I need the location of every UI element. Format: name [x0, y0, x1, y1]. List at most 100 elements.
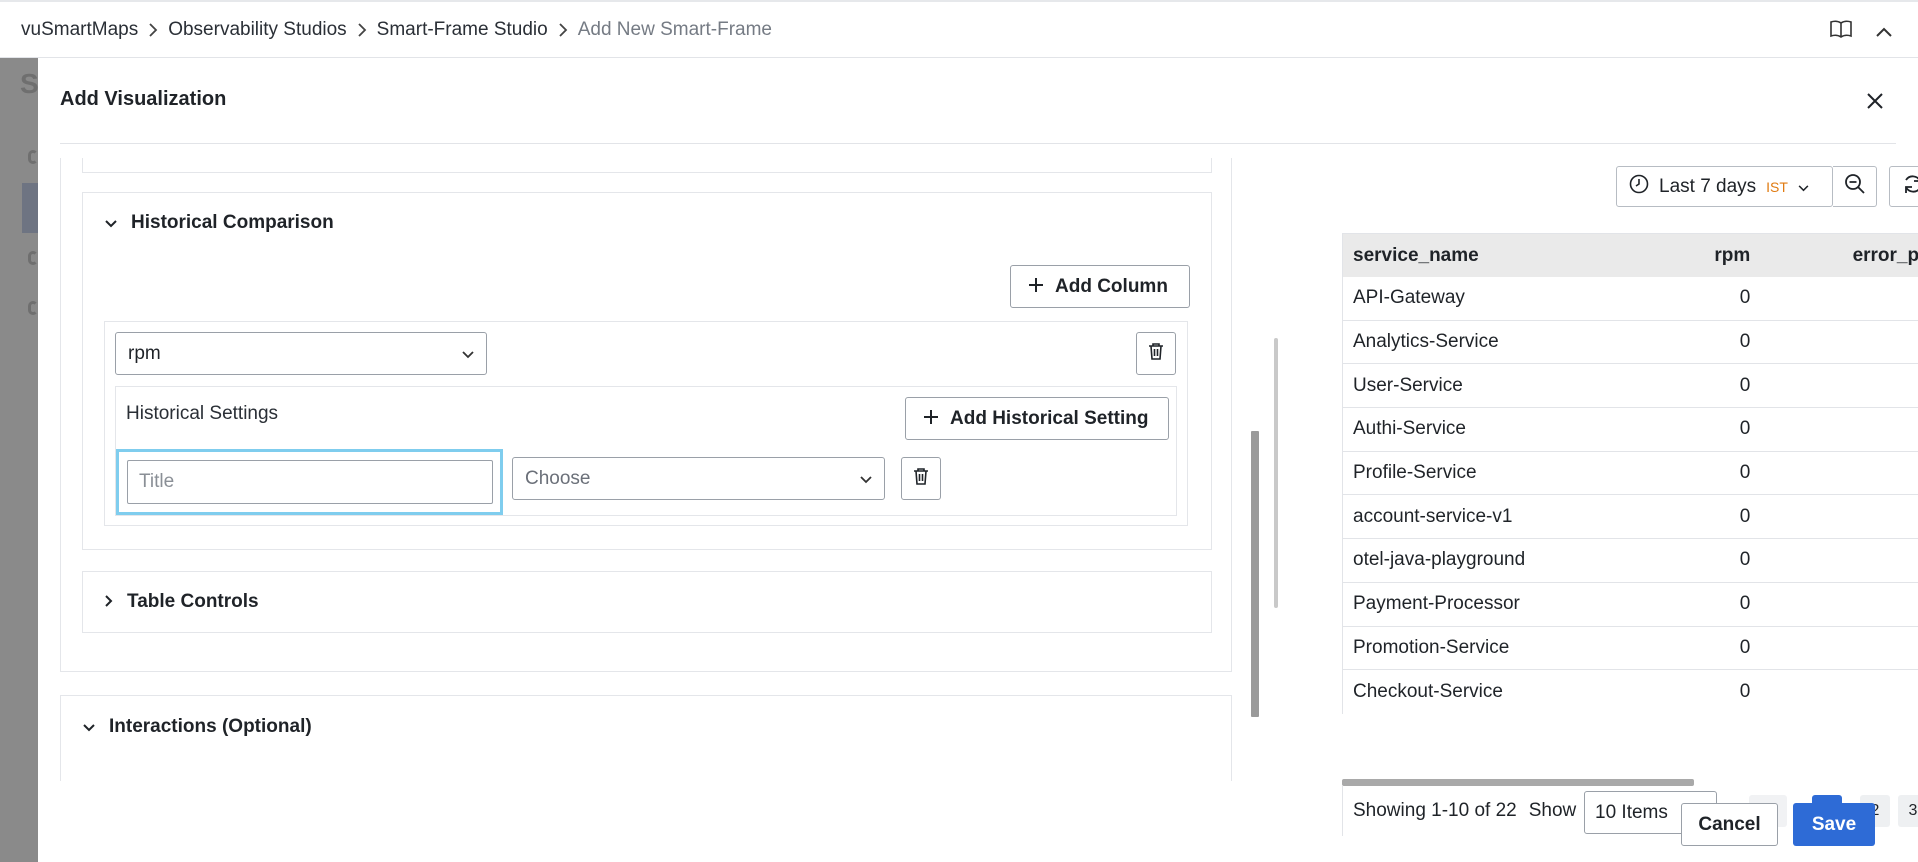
background-page-title: S — [20, 68, 39, 99]
historical-period-select[interactable]: Choose — [512, 457, 885, 500]
service-name-cell: otel-java-playground — [1353, 549, 1526, 571]
historical-comparison-section: Historical Comparison Add Column rpm His… — [82, 192, 1212, 550]
service-name-cell: Analytics-Service — [1353, 331, 1499, 353]
plus-icon — [1029, 276, 1043, 298]
chevron-right-icon — [105, 591, 113, 613]
breadcrumb-item-smart-frame-studio[interactable]: Smart-Frame Studio — [377, 19, 548, 41]
rpm-cell: 0 — [1739, 374, 1751, 396]
column-header[interactable]: error_pct — [1750, 245, 1918, 267]
error-pct-cell: 0 — [1750, 681, 1918, 703]
delete-column-button[interactable] — [1136, 332, 1176, 375]
config-scrollbar[interactable] — [1251, 431, 1259, 717]
breadcrumb-item-studios[interactable]: Observability Studios — [168, 19, 346, 41]
preview-panel: Last 7 days IST service_name rpm error_p… — [1274, 158, 1918, 836]
table-row: Payment-Processor 00 — [1343, 583, 1918, 627]
section-title: Interactions (Optional) — [109, 716, 312, 737]
section-title: Table Controls — [127, 591, 259, 612]
service-name-cell: Authi-Service — [1353, 418, 1466, 440]
chevron-down-icon — [462, 343, 474, 365]
time-range-picker[interactable]: Last 7 days IST — [1616, 166, 1833, 207]
top-bar: vuSmartMaps Observability Studios Smart-… — [0, 0, 1918, 58]
visualization-settings-panel: Historical Comparison Add Column rpm His… — [60, 158, 1232, 672]
service-name-cell: Checkout-Service — [1353, 681, 1503, 703]
cancel-button[interactable]: Cancel — [1681, 803, 1778, 846]
zoom-out-icon — [1844, 173, 1866, 201]
trash-icon — [913, 467, 929, 491]
error-pct-cell: 0 — [1750, 549, 1918, 571]
zoom-out-button[interactable] — [1833, 166, 1877, 207]
table-row: account-service-v1 00 — [1343, 495, 1918, 540]
rpm-cell: 0 — [1739, 593, 1751, 615]
breadcrumb-item-current: Add New Smart-Frame — [577, 18, 772, 40]
table-row: API-Gateway 00 — [1343, 277, 1918, 321]
error-pct-cell: 0 — [1750, 637, 1918, 659]
title-input[interactable] — [127, 460, 493, 504]
page-button-3[interactable]: 3 — [1898, 795, 1918, 827]
preview-scrollbar[interactable] — [1274, 338, 1278, 608]
rpm-cell: 0 — [1739, 462, 1751, 484]
error-pct-cell: 0 — [1750, 462, 1918, 484]
rpm-cell: 0 — [1739, 331, 1751, 353]
table-row: otel-java-playground 00 — [1343, 539, 1918, 583]
table-horizontal-scrollbar[interactable] — [1342, 779, 1694, 786]
error-pct-cell: 0 — [1750, 506, 1918, 528]
service-name-cell: User-Service — [1353, 374, 1463, 396]
table-row: User-Service 00 — [1343, 364, 1918, 409]
historical-settings-label: Historical Settings — [126, 403, 279, 424]
config-panel: Historical Comparison Add Column rpm His… — [60, 158, 1272, 781]
modal-title: Add Visualization — [60, 88, 227, 110]
book-icon[interactable] — [1830, 20, 1852, 44]
background-nav-active — [22, 183, 38, 233]
time-range-label: Last 7 days — [1659, 175, 1757, 197]
table-controls-header[interactable]: Table Controls — [105, 591, 259, 613]
historical-comparison-header[interactable]: Historical Comparison — [105, 212, 334, 234]
chevron-up-icon[interactable] — [1876, 21, 1892, 43]
chevron-down-icon — [83, 716, 95, 738]
rpm-cell: 0 — [1739, 636, 1751, 658]
background-nav-item — [28, 150, 38, 164]
timezone-badge: IST — [1766, 178, 1788, 195]
rpm-cell: 0 — [1739, 287, 1751, 309]
show-label: Show — [1528, 800, 1577, 821]
error-pct-cell: 0 — [1750, 331, 1918, 353]
historical-period-placeholder: Choose — [525, 467, 591, 489]
refresh-icon — [1902, 173, 1918, 201]
add-column-button[interactable]: Add Column — [1010, 265, 1190, 308]
table-controls-section: Table Controls — [82, 571, 1212, 633]
save-button[interactable]: Save — [1793, 803, 1875, 846]
section-title: Historical Comparison — [131, 212, 334, 233]
column-header[interactable]: service_name — [1343, 245, 1643, 267]
delete-historical-setting-button[interactable] — [901, 457, 941, 500]
service-name-cell: API-Gateway — [1353, 287, 1465, 309]
service-name-cell: Promotion-Service — [1353, 636, 1510, 658]
page-size-value: 10 Items — [1595, 801, 1668, 823]
refresh-button[interactable] — [1889, 166, 1918, 207]
table-header-row: service_name rpm error_pct — [1343, 234, 1918, 277]
error-pct-cell: 0 — [1750, 287, 1918, 309]
background-nav-item — [28, 251, 38, 265]
breadcrumb-item-home[interactable]: vuSmartMaps — [21, 19, 138, 41]
interactions-section: Interactions (Optional) — [60, 695, 1232, 781]
chevron-down-icon — [860, 468, 872, 490]
add-visualization-modal: Add Visualization Historical Comparison … — [38, 58, 1918, 862]
close-icon[interactable] — [1862, 88, 1888, 114]
rpm-cell: 0 — [1739, 505, 1751, 527]
add-column-label: Add Column — [1055, 275, 1168, 297]
add-historical-setting-label: Add Historical Setting — [950, 407, 1149, 429]
table-row: Profile-Service 00 — [1343, 452, 1918, 496]
plus-icon — [924, 408, 938, 430]
column-config-block: rpm Historical Settings Add Historical S… — [104, 321, 1188, 526]
table-row: Analytics-Service 00 — [1343, 321, 1918, 365]
add-historical-setting-button[interactable]: Add Historical Setting — [905, 397, 1169, 440]
column-select[interactable]: rpm — [115, 332, 487, 375]
rpm-cell: 0 — [1739, 681, 1751, 703]
modal-header: Add Visualization — [38, 58, 1918, 144]
historical-settings-block: Historical Settings Add Historical Setti… — [115, 386, 1177, 516]
interactions-header[interactable]: Interactions (Optional) — [83, 716, 312, 738]
service-name-cell: Payment-Processor — [1353, 593, 1520, 615]
header-divider — [60, 143, 1896, 144]
rpm-cell: 0 — [1739, 549, 1751, 571]
chevron-right-icon — [548, 22, 578, 37]
column-header[interactable]: rpm — [1643, 245, 1750, 267]
error-pct-cell: 0 — [1750, 375, 1918, 397]
